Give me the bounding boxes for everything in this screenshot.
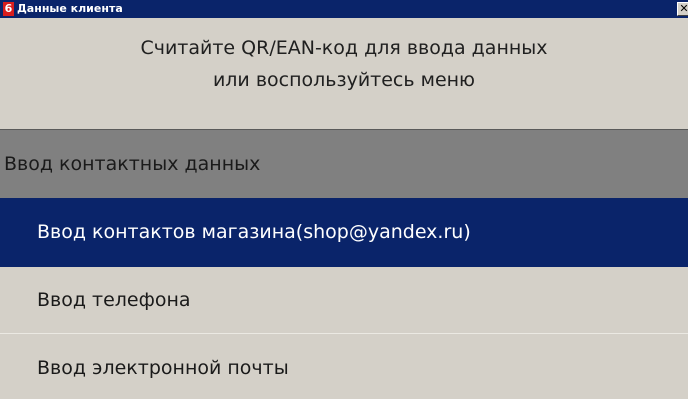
menu-item-email[interactable]: Ввод электронной почты [0,335,688,399]
close-icon: ✕ [679,2,688,15]
menu-item-label: Ввод электронной почты [37,357,289,379]
scan-prompt-line-1: Считайте QR/EAN-код для ввода данных [140,37,548,59]
menu-item-shop-contacts[interactable]: Ввод контактов магазина(shop@yandex.ru) [0,198,688,267]
scan-prompt-line-2: или воспользуйтесь меню [212,69,476,91]
client-data-window: 6 Данные клиента ✕ Считайте QR/EAN-код д… [0,0,688,399]
title-bar[interactable]: 6 Данные клиента ✕ [0,0,688,18]
menu-item-label: Ввод телефона [37,289,191,311]
window-title: Данные клиента [17,2,123,15]
scan-prompt: Считайте QR/EAN-код для ввода данных или… [0,32,688,96]
menu-header-contact-data: Ввод контактных данных [0,129,688,198]
menu-item-phone[interactable]: Ввод телефона [0,267,688,334]
window-number-badge: 6 [3,2,14,16]
close-button[interactable]: ✕ [677,2,688,16]
menu-item-label: Ввод контактов магазина(shop@yandex.ru) [37,221,471,243]
